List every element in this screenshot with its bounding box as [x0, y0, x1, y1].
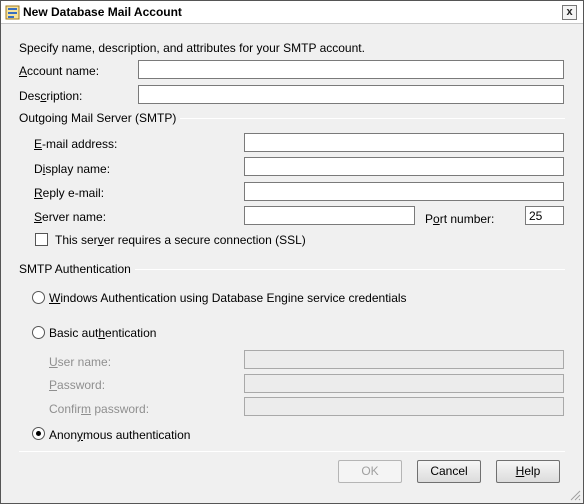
ssl-checkbox-label[interactable]: This server requires a secure connection… [55, 233, 306, 247]
reply-email-input[interactable] [244, 182, 564, 201]
footer-divider [19, 451, 565, 452]
window-title: New Database Mail Account [23, 5, 182, 19]
user-name-label: User name: [49, 355, 112, 369]
email-address-label: E-mail address: [34, 137, 118, 151]
description-input[interactable] [138, 85, 564, 104]
title-bar: New Database Mail Account x [1, 1, 583, 24]
windows-auth-radio[interactable] [32, 291, 45, 304]
user-name-input [244, 350, 564, 369]
cancel-button[interactable]: Cancel [417, 460, 481, 483]
description-label: Description: [19, 89, 83, 103]
smtp-section-title: Outgoing Mail Server (SMTP) [19, 111, 181, 125]
account-name-input[interactable] [138, 60, 564, 79]
email-address-input[interactable] [244, 133, 564, 152]
basic-auth-radio[interactable] [32, 326, 45, 339]
intro-text: Specify name, description, and attribute… [19, 41, 365, 55]
ok-button[interactable]: OK [338, 460, 402, 483]
confirm-password-label: Confirm password: [49, 402, 150, 416]
server-name-input[interactable] [244, 206, 415, 225]
server-name-label: Server name: [34, 210, 107, 224]
new-database-mail-account-dialog: New Database Mail Account x Specify name… [0, 0, 584, 504]
password-input [244, 374, 564, 393]
auth-section-title: SMTP Authentication [19, 262, 135, 276]
radio-selected-dot [36, 431, 41, 436]
help-button[interactable]: Help [496, 460, 560, 483]
display-name-label: Display name: [34, 162, 111, 176]
display-name-input[interactable] [244, 157, 564, 176]
resize-grip-icon[interactable] [569, 489, 581, 501]
port-number-input[interactable] [525, 206, 564, 225]
reply-email-label: Reply e-mail: [34, 186, 105, 200]
ssl-checkbox[interactable] [35, 233, 48, 246]
port-number-label: Port number: [425, 212, 495, 226]
close-icon: x [566, 6, 573, 18]
database-mail-app-icon [5, 5, 20, 20]
basic-auth-label[interactable]: Basic authentication [49, 326, 156, 340]
password-label: Password: [49, 378, 106, 392]
windows-auth-label[interactable]: Windows Authentication using Database En… [49, 291, 407, 305]
anonymous-auth-label[interactable]: Anonymous authentication [49, 428, 190, 442]
account-name-label: Account name: [19, 64, 100, 78]
confirm-password-input [244, 397, 564, 416]
close-button[interactable]: x [562, 5, 577, 20]
anonymous-auth-radio[interactable] [32, 427, 45, 440]
